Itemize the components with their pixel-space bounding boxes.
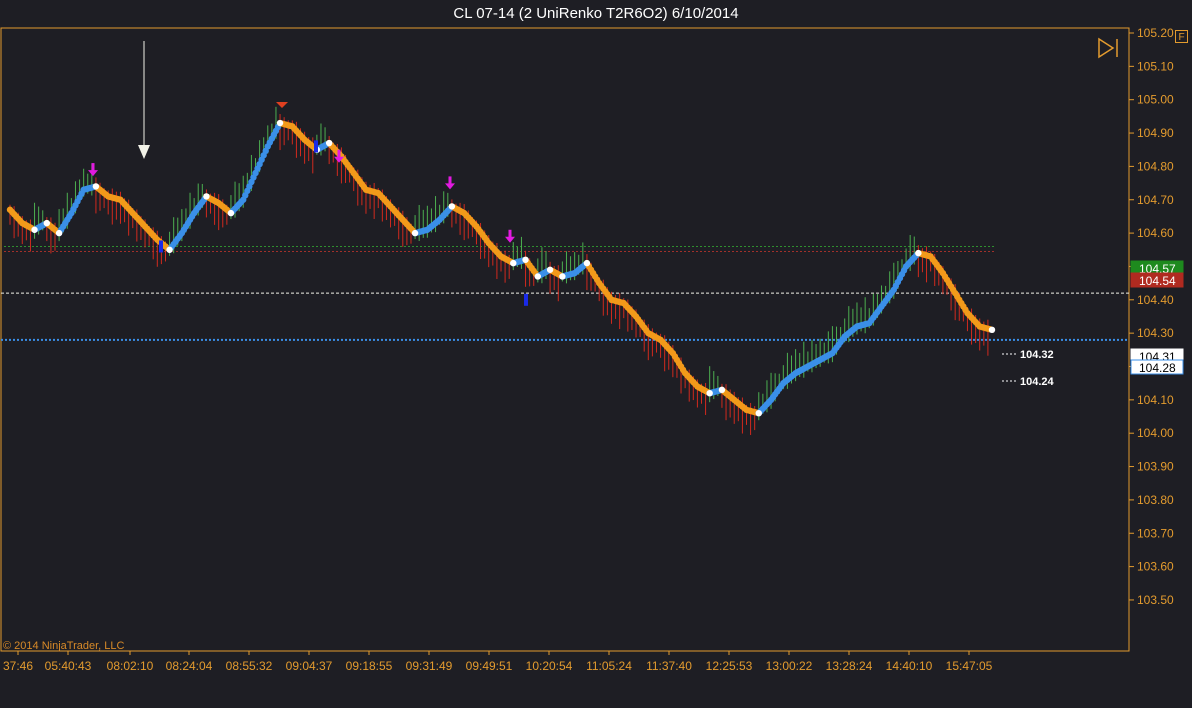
turn-dot: [583, 259, 591, 267]
x-tick-label: 05:40:43: [45, 659, 92, 673]
turn-dot: [166, 246, 173, 253]
y-tick-label: 104.10: [1137, 393, 1174, 407]
chart-area[interactable]: 105.20 105.10 105.00 104.90 104.80 104.70 104.…: [0, 27, 1192, 708]
chart-title: CL 07-14 (2 UniRenko T2R6O2) 6/10/2014: [453, 5, 739, 22]
price-bars: [9, 106, 989, 435]
turn-dot: [755, 409, 762, 417]
sell-arrow-icon: [505, 236, 515, 243]
x-tick-label: 12:25:53: [706, 659, 753, 673]
x-tick-label: 14:40:10: [886, 659, 933, 673]
turn-dot: [203, 193, 210, 200]
sell-arrow-icon: [88, 170, 98, 177]
y-tick-label: 103.60: [1137, 560, 1174, 574]
x-tick-label: 11:37:40: [646, 659, 692, 673]
level-label: 104.24: [1020, 376, 1055, 388]
turn-dot: [448, 203, 456, 210]
x-axis-ticks: 37:46 05:40:43 08:02:10 08:24:04 08:55:32 09:…: [3, 651, 993, 673]
x-tick-label: 09:18:55: [346, 659, 393, 673]
y-tick-label: 103.80: [1137, 493, 1174, 507]
x-tick-label: 11:05:24: [586, 659, 632, 673]
y-tick-label: 103.90: [1137, 460, 1174, 474]
turn-dot: [31, 226, 38, 233]
turn-dot: [510, 259, 517, 267]
y-tick-label: 104.70: [1137, 193, 1174, 207]
level-label: 104.32: [1020, 349, 1054, 361]
turn-dot: [227, 209, 235, 217]
sell-arrow-icon: [445, 183, 455, 190]
price-tag-blue-text: 104.28: [1139, 361, 1176, 375]
turn-dot: [718, 386, 726, 394]
y-tick-label: 104.40: [1137, 293, 1174, 307]
turn-dot: [55, 229, 63, 237]
buy-marker-icon: [524, 293, 528, 306]
turn-dot: [92, 183, 100, 190]
x-tick-label: 10:20:54: [526, 659, 573, 673]
turn-dot: [43, 219, 51, 227]
buy-marker-icon: [314, 140, 318, 153]
y-tick-label: 105.00: [1137, 93, 1174, 107]
high-marker-icon: [276, 102, 288, 108]
turn-dot: [915, 249, 922, 257]
y-tick-label: 104.80: [1137, 159, 1174, 173]
x-tick-label: 08:24:04: [166, 659, 213, 673]
turn-dot: [522, 256, 529, 263]
sell-arrow-icon: [337, 149, 341, 158]
trend-dot-last: [988, 326, 996, 334]
sell-arrow-icon: [91, 163, 95, 172]
chart-svg[interactable]: 105.20 105.10 105.00 104.90 104.80 104.70 104.…: [0, 27, 1192, 708]
x-tick-label: 13:00:22: [766, 659, 813, 673]
y-tick-label: 103.50: [1137, 593, 1174, 607]
y-tick-label: 103.70: [1137, 526, 1174, 540]
turn-dot: [534, 273, 542, 280]
y-tick-label: 105.10: [1137, 59, 1174, 73]
x-tick-label: 08:55:32: [226, 659, 273, 673]
turn-dot: [559, 273, 566, 280]
turn-dot: [706, 389, 713, 397]
signal-markers: [88, 102, 528, 306]
y-tick-label: 104.90: [1137, 126, 1174, 140]
turn-dot: [411, 229, 419, 237]
y-tick-label: 104.60: [1137, 226, 1174, 240]
turn-dot: [546, 266, 554, 273]
sell-arrow-icon: [508, 229, 512, 238]
x-tick-label: 09:31:49: [406, 659, 453, 673]
x-tick-label: 09:04:37: [286, 659, 333, 673]
corner-f-icon[interactable]: F: [1175, 30, 1188, 43]
play-to-end-icon[interactable]: [1097, 36, 1121, 60]
y-tick-label: 104.30: [1137, 326, 1174, 340]
x-tick-label: 09:49:51: [466, 659, 513, 673]
copyright-text: © 2014 NinjaTrader, LLC: [3, 640, 125, 652]
y-tick-label: 104.00: [1137, 426, 1174, 440]
turn-dot: [276, 119, 284, 127]
buy-marker-icon: [159, 240, 163, 253]
y-axis-ticks: 105.20 105.10 105.00 104.90 104.80 104.70 104.…: [1129, 27, 1174, 607]
price-levels: [1, 245, 1129, 341]
x-tick-label: 08:02:10: [107, 659, 154, 673]
price-tag-low-text: 104.54: [1139, 274, 1176, 288]
down-arrow-icon: [138, 41, 150, 159]
sell-arrow-icon: [448, 176, 452, 185]
y-tick-label: 105.20: [1137, 27, 1174, 40]
price-labels: 104.57104.54104.31104.28104.32104.24: [1002, 260, 1184, 388]
x-tick-label: 15:47:05: [946, 659, 993, 673]
x-tick-label: 37:46: [3, 659, 33, 673]
turn-dot: [325, 139, 333, 147]
x-tick-label: 13:28:24: [826, 659, 873, 673]
